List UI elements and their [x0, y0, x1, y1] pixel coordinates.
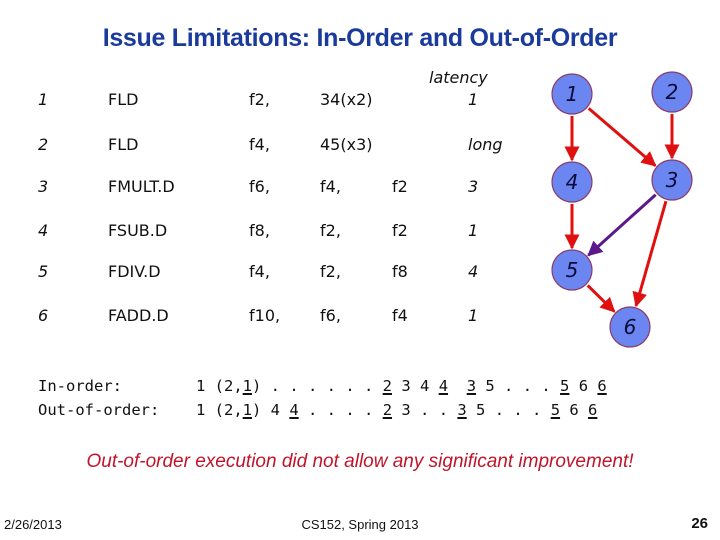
schedule-token: ) 4 [252, 401, 290, 419]
graph-node-1: 1 [551, 73, 593, 115]
schedule-token-underlined: 3 [457, 401, 467, 419]
edge-3-to-5 [587, 193, 657, 257]
schedule-token: 3 . . [392, 401, 458, 419]
node-label: 4 [566, 170, 579, 194]
schedule-token: ) . . . . . . [252, 377, 383, 395]
node-label: 3 [666, 168, 679, 192]
conclusion-note: Out-of-order execution did not allow any… [86, 451, 634, 472]
node-label: 1 [566, 82, 579, 106]
schedule-token-underlined: 5 [550, 401, 561, 419]
schedule-token: 6 [569, 377, 598, 395]
schedule-token: 3 4 [392, 377, 439, 395]
schedule-token-underlined: 1 [242, 377, 253, 395]
node-label: 5 [566, 258, 579, 282]
page-number: 26 [691, 515, 708, 532]
graph-node-5: 5 [551, 249, 593, 291]
out-of-order-label: Out-of-order: [38, 401, 160, 419]
in-order-label: In-order: [38, 377, 122, 395]
out-of-order-schedule: 1 (2,1) 4 4 . . . . 2 3 . . 3 5 . . . 5 … [196, 401, 597, 419]
graph-node-4: 4 [551, 161, 593, 203]
graph-node-3: 3 [651, 159, 693, 201]
schedule-token-underlined: 6 [597, 377, 607, 395]
schedule-token: 5 . . . [476, 377, 561, 395]
node-label: 6 [624, 315, 637, 339]
schedule-token-underlined: 1 [242, 401, 253, 419]
schedule-token-underlined: 4 [438, 377, 449, 395]
schedule-token-underlined: 6 [588, 401, 598, 419]
schedule-token-underlined: 3 [466, 377, 477, 395]
edge-5-to-6 [586, 284, 616, 313]
schedule-token: 1 (2, [196, 401, 243, 419]
schedule-token: 6 [560, 401, 589, 419]
schedule-token: . . . . [298, 401, 383, 419]
in-order-schedule: 1 (2,1) . . . . . . 2 3 4 4 3 5 . . . 5 … [196, 377, 607, 395]
schedule-token-underlined: 5 [560, 377, 570, 395]
graph-node-2: 2 [651, 71, 693, 113]
schedule-token: 1 (2, [196, 377, 243, 395]
graph-node-6: 6 [609, 306, 651, 348]
schedule-token [448, 377, 467, 395]
node-label: 2 [666, 80, 679, 104]
schedule-token-underlined: 4 [289, 401, 299, 419]
edge-3-to-6 [632, 200, 668, 308]
schedule-token-underlined: 2 [382, 377, 393, 395]
schedule-token-underlined: 2 [382, 401, 393, 419]
footer-course: CS152, Spring 2013 [301, 517, 419, 532]
schedule-token: 5 . . . [466, 401, 551, 419]
edge-1-to-3 [587, 107, 657, 167]
